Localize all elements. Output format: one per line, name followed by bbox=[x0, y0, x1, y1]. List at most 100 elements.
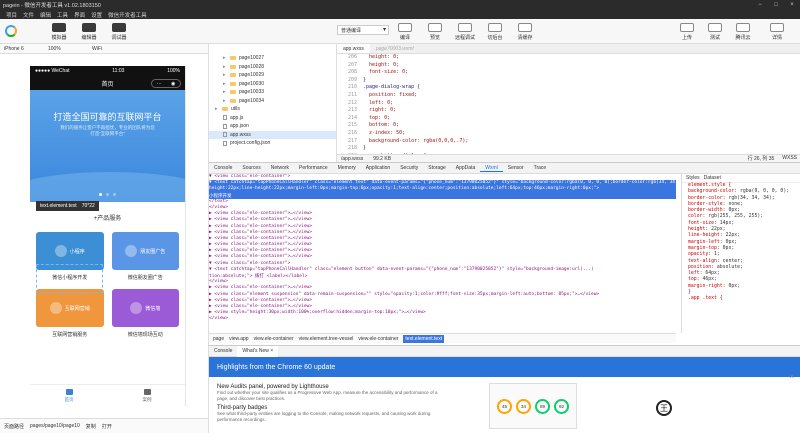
devtools-tab-sources[interactable]: Sources bbox=[237, 165, 265, 171]
floating-assistant-icon[interactable]: 王 bbox=[656, 400, 672, 416]
code-line[interactable]: 214 top: 0; bbox=[337, 115, 800, 123]
tree-file[interactable]: app.json bbox=[209, 122, 336, 131]
tree-folder[interactable]: ▸ utils bbox=[209, 105, 336, 114]
tree-folder[interactable]: ▸ page10027 bbox=[209, 54, 336, 63]
code-line[interactable]: 211 position: fixed; bbox=[337, 92, 800, 100]
minimize-button[interactable]: − bbox=[752, 2, 768, 8]
devtools-tab-network[interactable]: Network bbox=[266, 165, 294, 171]
code-line[interactable]: 206 height: 0; bbox=[337, 54, 800, 62]
close-drawer-icon[interactable]: × bbox=[789, 372, 794, 381]
devtools-tab-security[interactable]: Security bbox=[395, 165, 423, 171]
menu-item-tools[interactable]: 工具 bbox=[57, 11, 68, 19]
tree-folder[interactable]: ▸ page10028 bbox=[209, 63, 336, 72]
preview-button[interactable]: 预览 bbox=[420, 21, 450, 43]
remote-debug-button[interactable]: 远程调试 bbox=[450, 21, 480, 43]
devtools-tab-application[interactable]: Application bbox=[361, 165, 395, 171]
menu-item-settings[interactable]: 设置 bbox=[91, 11, 102, 19]
devtools-tab-memory[interactable]: Memory bbox=[333, 165, 361, 171]
compile-mode-select[interactable]: 普通编译 bbox=[337, 25, 389, 35]
tab-dataset[interactable]: Dataset bbox=[704, 175, 721, 181]
code-line[interactable]: 209} bbox=[337, 77, 800, 85]
editor-toggle-button[interactable]: 编辑器 bbox=[74, 21, 104, 43]
devtools-tab-wxml[interactable]: Wxml bbox=[480, 165, 503, 172]
breadcrumb-item[interactable]: view.app bbox=[229, 336, 248, 342]
tencent-cloud-button[interactable]: 腾讯云 bbox=[728, 21, 758, 43]
code-lines[interactable]: 206 height: 0; 207 height: 0; 208 font-siz… bbox=[337, 54, 800, 160]
tree-file[interactable]: project.config.json bbox=[209, 139, 336, 148]
service-card-marketing[interactable]: 互联网营销 bbox=[36, 289, 104, 327]
banner-dot[interactable] bbox=[99, 193, 102, 196]
devtools-tab-appdata[interactable]: AppData bbox=[451, 165, 480, 171]
breadcrumb-item[interactable]: view.ele-container bbox=[358, 336, 398, 342]
drawer-tab-whats-new[interactable]: What's New × bbox=[237, 345, 279, 357]
tree-folder[interactable]: ▸ page10034 bbox=[209, 97, 336, 106]
close-button[interactable]: × bbox=[784, 2, 800, 8]
maximize-button[interactable]: □ bbox=[768, 2, 784, 8]
menu-item-devtools[interactable]: 微信开发者工具 bbox=[108, 11, 147, 19]
network-select[interactable]: WiFi bbox=[92, 46, 126, 52]
simulator-toggle-button[interactable]: 模拟器 bbox=[44, 21, 74, 43]
devtools-tab-console[interactable]: Console bbox=[209, 165, 237, 171]
tree-folder[interactable]: ▸ page10030 bbox=[209, 80, 336, 89]
breadcrumb-item[interactable]: text.element.text bbox=[403, 334, 445, 343]
score-gauge: 34 bbox=[516, 398, 531, 414]
style-declaration[interactable]: .app .text { bbox=[682, 296, 800, 302]
compile-button[interactable]: 编译 bbox=[390, 21, 420, 43]
chat-icon bbox=[130, 302, 143, 314]
upload-button[interactable]: 上传 bbox=[672, 21, 702, 43]
capsule-menu[interactable]: ··· ◉ bbox=[151, 79, 181, 88]
style-rules[interactable]: element.style {background-color: rgba(0,… bbox=[682, 183, 800, 303]
test-button[interactable]: 测试 bbox=[700, 21, 730, 43]
tab-styles[interactable]: Styles bbox=[686, 175, 700, 181]
breadcrumb-item[interactable]: view.ele-container bbox=[254, 336, 294, 342]
editor-tab-active[interactable]: app.wxss bbox=[337, 44, 370, 53]
breadcrumb-item[interactable]: page bbox=[213, 336, 224, 342]
code-line[interactable]: 216 z-index: 50; bbox=[337, 130, 800, 138]
open-path-button[interactable]: 打开 bbox=[102, 423, 112, 430]
tree-file-selected[interactable]: app.wxss bbox=[209, 130, 336, 139]
style-property: border-style bbox=[688, 201, 723, 207]
zoom-select[interactable]: 100% bbox=[48, 46, 82, 52]
devtools-tab-performance[interactable]: Performance bbox=[294, 165, 333, 171]
copy-path-button[interactable]: 复制 bbox=[86, 423, 96, 430]
menu-item-view[interactable]: 界面 bbox=[74, 11, 85, 19]
upload-label: 上传 bbox=[681, 35, 692, 41]
banner-dot[interactable] bbox=[113, 193, 116, 196]
menu-item-edit[interactable]: 编辑 bbox=[40, 11, 51, 19]
devtools-tab-trace[interactable]: Trace bbox=[529, 165, 552, 171]
service-card-moments-ad[interactable]: 朋友圈广告 bbox=[111, 232, 179, 270]
status-language[interactable]: WXSS bbox=[782, 155, 797, 162]
editor-tab[interactable]: page70003.wxml bbox=[370, 44, 420, 53]
code-line[interactable]: 210 .page-dialog-wrap { bbox=[337, 84, 800, 92]
more-icon[interactable]: ··· bbox=[157, 81, 162, 87]
breadcrumb-item[interactable]: view.element.tree-vessel bbox=[299, 336, 354, 342]
code-line[interactable]: 207 height: 0; bbox=[337, 62, 800, 70]
menu-item-project[interactable]: 项目 bbox=[6, 11, 17, 19]
menu-item-file[interactable]: 文件 bbox=[23, 11, 34, 19]
devtools-tab-sensor[interactable]: Sensor bbox=[503, 165, 529, 171]
background-button[interactable]: 切后台 bbox=[480, 21, 510, 43]
tree-folder[interactable]: ▸ page10033 bbox=[209, 88, 336, 97]
code-line[interactable]: 217 background-color: rgba(0,0,0,.7); bbox=[337, 138, 800, 146]
wxml-tree[interactable]: ▼ <view class="ele-container"> ▼ <text c… bbox=[209, 174, 676, 333]
code-line[interactable]: 208 font-size: 0; bbox=[337, 69, 800, 77]
tree-folder[interactable]: ▸ page10029 bbox=[209, 71, 336, 80]
tree-file[interactable]: app.js bbox=[209, 114, 336, 123]
tab-home[interactable]: 首页 bbox=[30, 385, 108, 406]
code-line[interactable]: 215 bottom: 0; bbox=[337, 122, 800, 130]
clear-cache-button[interactable]: 清缓存 bbox=[510, 21, 540, 43]
code-line[interactable]: 218} bbox=[337, 145, 800, 153]
drawer-tab-console[interactable]: Console bbox=[209, 348, 237, 354]
details-button[interactable]: 详情 bbox=[762, 21, 792, 43]
code-line[interactable]: 213 right: 0; bbox=[337, 107, 800, 115]
devtools-tab-storage[interactable]: Storage bbox=[423, 165, 451, 171]
banner-dot[interactable] bbox=[106, 193, 109, 196]
tab-cases[interactable]: 案例 bbox=[108, 385, 185, 406]
device-select[interactable]: iPhone 6 bbox=[4, 46, 38, 52]
service-card-wall[interactable]: 微信墙 bbox=[111, 289, 179, 327]
close-mini-icon[interactable]: ◉ bbox=[171, 81, 175, 87]
code-line[interactable]: 212 left: 0; bbox=[337, 100, 800, 108]
wxml-node-line[interactable]: </view> bbox=[209, 316, 676, 322]
hero-banner[interactable]: 打造全国可靠的互联网平台 我们的服务让客户不再担忧，专业的团队将为您打造“互联网… bbox=[30, 90, 185, 202]
debugger-toggle-button[interactable]: 调试器 bbox=[104, 21, 134, 43]
